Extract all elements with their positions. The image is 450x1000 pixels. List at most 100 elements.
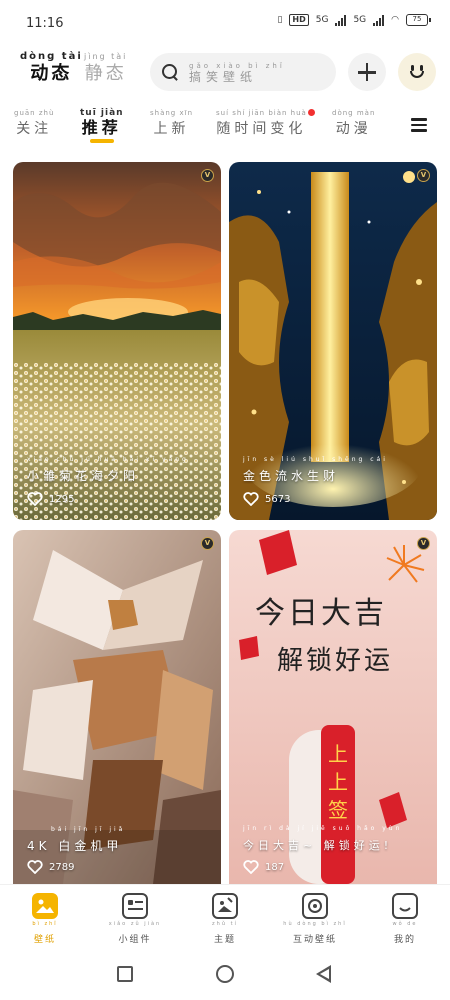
profile-icon bbox=[392, 893, 418, 919]
nav-wallpaper[interactable]: bì zhǐ 壁纸 bbox=[10, 893, 80, 946]
home-button[interactable] bbox=[216, 965, 234, 983]
tab-time-change[interactable]: suí shí jiān biàn huà 随时间变化 bbox=[216, 108, 315, 139]
cat-label: 推荐 bbox=[81, 118, 122, 137]
art-text-line-1: 今日大吉 bbox=[255, 596, 387, 631]
status-time: 11:16 bbox=[26, 16, 64, 31]
add-button[interactable] bbox=[348, 53, 386, 91]
search-placeholder: gǎo xiào bì zhǐ 搞笑壁纸 bbox=[189, 61, 285, 83]
net-label-2: 5G bbox=[353, 15, 367, 25]
nav-pinyin: bì zhǐ bbox=[32, 921, 58, 927]
recents-button[interactable] bbox=[117, 966, 133, 982]
status-icons: ▯ HD 5G 5G ◠ 75 bbox=[277, 14, 431, 26]
art-text-line-2: 解锁好运 bbox=[277, 646, 394, 676]
cat-label: 上新 bbox=[153, 121, 190, 137]
vip-badge: V bbox=[417, 169, 430, 182]
wallpaper-card[interactable]: V xiǎo chú jú huā hǎi xī yáng 小雏菊花海夕阳 12… bbox=[13, 162, 221, 520]
cat-pinyin: suí shí jiān biàn huà bbox=[216, 109, 307, 117]
nav-pinyin: hù dòng bì zhǐ bbox=[283, 921, 347, 927]
card-title: xiǎo chú jú huā hǎi xī yáng 小雏菊花海夕阳 bbox=[27, 455, 189, 484]
nav-pinyin: xiǎo zǔ jiàn bbox=[108, 921, 162, 927]
heart-icon bbox=[27, 860, 43, 874]
signal-icon-2 bbox=[373, 14, 385, 26]
wallpaper-card[interactable]: V jīn sè liú shuǐ shēng cái 金色流水生财 5673 bbox=[229, 162, 437, 520]
tab-pinyin: dòng tài bbox=[20, 51, 83, 62]
nav-widget[interactable]: xiǎo zǔ jiàn 小组件 bbox=[100, 893, 170, 946]
search-placeholder-text: 搞笑壁纸 bbox=[189, 70, 258, 84]
system-nav-bar bbox=[0, 950, 450, 1000]
nav-label: 小组件 bbox=[118, 935, 152, 945]
cat-label: 动漫 bbox=[335, 121, 372, 137]
nav-profile[interactable]: wǒ de 我的 bbox=[370, 893, 440, 946]
like-count: 1295 bbox=[49, 493, 75, 505]
tab-static[interactable]: jìng tài 静态 bbox=[84, 52, 127, 86]
like-button[interactable]: 5673 bbox=[243, 492, 290, 506]
tab-dynamic[interactable]: dòng tài 动态 bbox=[20, 52, 83, 86]
vip-badge: V bbox=[417, 537, 430, 550]
card-title-pinyin: bái jīn jī jiǎ bbox=[51, 826, 126, 833]
cat-pinyin: dòng màn bbox=[332, 109, 376, 117]
header: dòng tài 动态 jìng tài 静态 gǎo xiào bì zhǐ … bbox=[0, 50, 450, 96]
nav-interactive-wallpaper[interactable]: hù dòng bì zhǐ 互动壁纸 bbox=[280, 893, 350, 946]
card-title: jīn rì dà jí jiě suǒ hǎo yùn 今日大吉~ 解锁好运! bbox=[243, 824, 402, 854]
active-tab-indicator bbox=[89, 139, 114, 143]
theme-icon bbox=[212, 893, 238, 919]
nav-theme[interactable]: zhǔ tí 主题 bbox=[190, 893, 260, 946]
card-title-text: 金色流水生财 bbox=[243, 469, 340, 483]
tab-follow[interactable]: guān zhù 关注 bbox=[14, 108, 54, 139]
interactive-wallpaper-icon bbox=[302, 893, 328, 919]
vip-badge: V bbox=[201, 537, 214, 550]
bottom-nav: bì zhǐ 壁纸 xiǎo zǔ jiàn 小组件 zhǔ tí 主题 hù … bbox=[0, 884, 450, 946]
like-count: 187 bbox=[265, 861, 285, 873]
like-button[interactable]: 2789 bbox=[27, 860, 74, 874]
art-text-stick: 上上签 bbox=[328, 742, 348, 822]
back-button[interactable] bbox=[316, 965, 331, 983]
category-tabs: guān zhù 关注 tuī jiàn 推荐 shàng xīn 上新 suí… bbox=[0, 108, 450, 148]
card-title-text: 小雏菊花海夕阳 bbox=[27, 469, 140, 483]
signal-icon bbox=[335, 14, 347, 26]
card-title-text: 4K 白金机甲 bbox=[27, 839, 123, 853]
cat-label: 随时间变化 bbox=[216, 121, 307, 137]
tab-pinyin: jìng tài bbox=[84, 52, 128, 61]
cat-label: 关注 bbox=[16, 121, 53, 137]
menu-icon[interactable] bbox=[411, 118, 427, 132]
like-count: 5673 bbox=[265, 493, 291, 505]
cat-pinyin: guān zhù bbox=[14, 109, 55, 117]
nav-pinyin: zhǔ tí bbox=[212, 921, 238, 927]
tab-anime[interactable]: dòng màn 动漫 bbox=[332, 108, 375, 139]
card-title-pinyin: jīn sè liú shuǐ shēng cái bbox=[243, 456, 388, 463]
widget-icon bbox=[122, 893, 148, 919]
wifi-icon: ◠ bbox=[391, 15, 399, 25]
avatar-mouth bbox=[410, 71, 424, 78]
nav-pinyin: wǒ de bbox=[392, 921, 418, 927]
nav-label: 互动壁纸 bbox=[292, 935, 337, 945]
search-input[interactable]: gǎo xiào bì zhǐ 搞笑壁纸 bbox=[150, 53, 336, 91]
card-title: bái jīn jī jiǎ 4K 白金机甲 bbox=[27, 825, 125, 854]
nav-label: 壁纸 bbox=[33, 935, 56, 945]
like-button[interactable]: 187 bbox=[243, 860, 284, 874]
heart-icon bbox=[243, 492, 259, 506]
like-button[interactable]: 1295 bbox=[27, 492, 74, 506]
nav-label: 主题 bbox=[213, 935, 236, 945]
card-title-pinyin: jīn rì dà jí jiě suǒ hǎo yùn bbox=[243, 825, 403, 832]
cat-pinyin: shàng xīn bbox=[150, 109, 194, 117]
heart-icon bbox=[27, 492, 43, 506]
like-count: 2789 bbox=[49, 861, 75, 873]
search-icon bbox=[162, 63, 179, 81]
nav-label: 我的 bbox=[393, 935, 416, 945]
vibrate-icon: ▯ bbox=[277, 15, 283, 25]
tab-recommend[interactable]: tuī jiàn 推荐 bbox=[80, 108, 124, 143]
vip-badge: V bbox=[201, 169, 214, 182]
tab-label: 静态 bbox=[84, 63, 127, 84]
tab-new[interactable]: shàng xīn 上新 bbox=[150, 108, 193, 139]
avatar[interactable] bbox=[398, 53, 436, 91]
wallpaper-card[interactable]: V bái jīn jī jiǎ 4K 白金机甲 2789 bbox=[13, 530, 221, 884]
new-dot-badge bbox=[307, 109, 315, 116]
card-title: jīn sè liú shuǐ shēng cái 金色流水生财 bbox=[243, 455, 388, 484]
card-title-pinyin: xiǎo chú jú huā hǎi xī yáng bbox=[27, 456, 189, 463]
heart-icon bbox=[243, 860, 259, 874]
card-title-text: 今日大吉~ 解锁好运! bbox=[243, 839, 393, 852]
wallpaper-card[interactable]: 今日大吉 解锁好运 上上签 V jīn rì dà jí jiě suǒ hǎo… bbox=[229, 530, 437, 884]
hd-badge: HD bbox=[289, 14, 309, 26]
battery-icon: 75 bbox=[406, 14, 431, 26]
wallpaper-icon bbox=[32, 893, 58, 919]
